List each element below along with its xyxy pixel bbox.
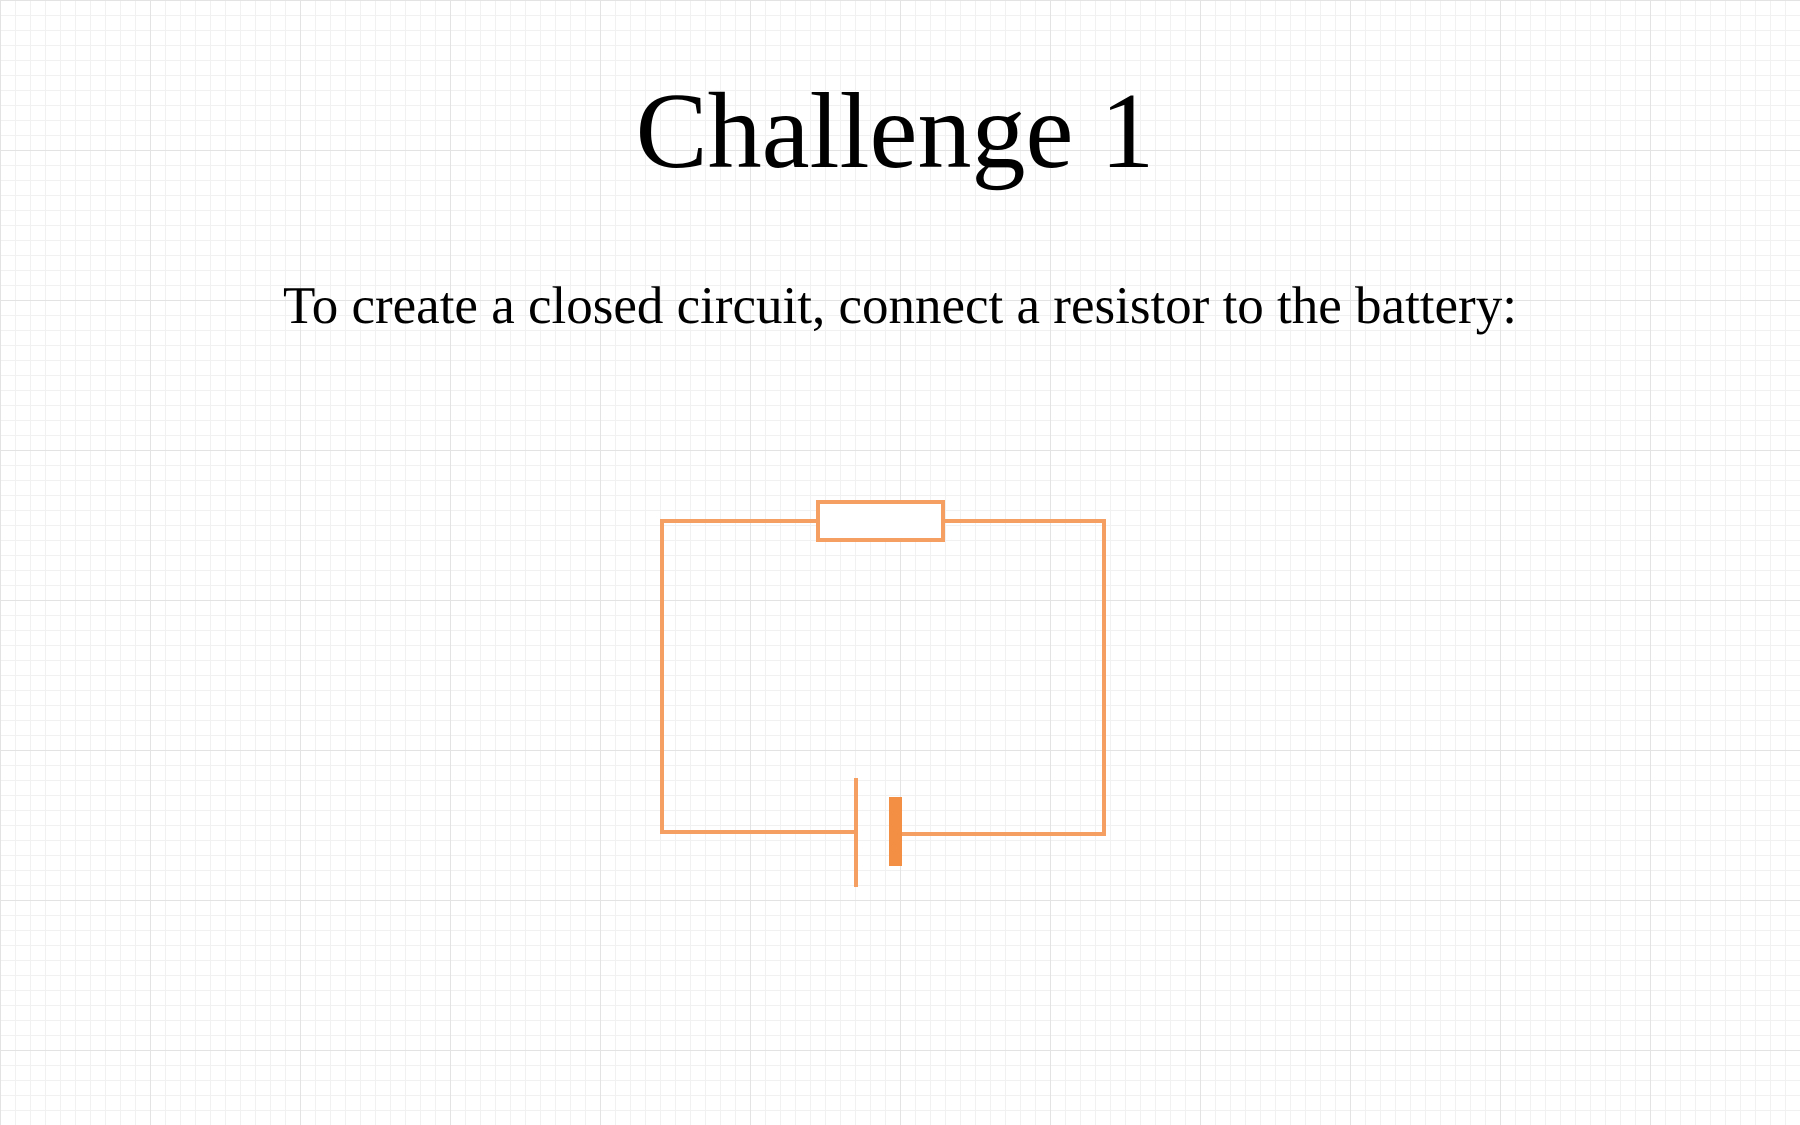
instruction-text: To create a closed circuit, connect a re… xyxy=(283,277,1517,335)
battery-symbol xyxy=(854,778,902,887)
resistor-symbol xyxy=(816,500,945,542)
circuit-wire xyxy=(660,519,1106,836)
battery-negative-plate xyxy=(889,797,902,866)
wire-right xyxy=(894,519,1106,836)
page-title: Challenge 1 xyxy=(635,72,1155,191)
wire-left-top xyxy=(660,519,857,834)
